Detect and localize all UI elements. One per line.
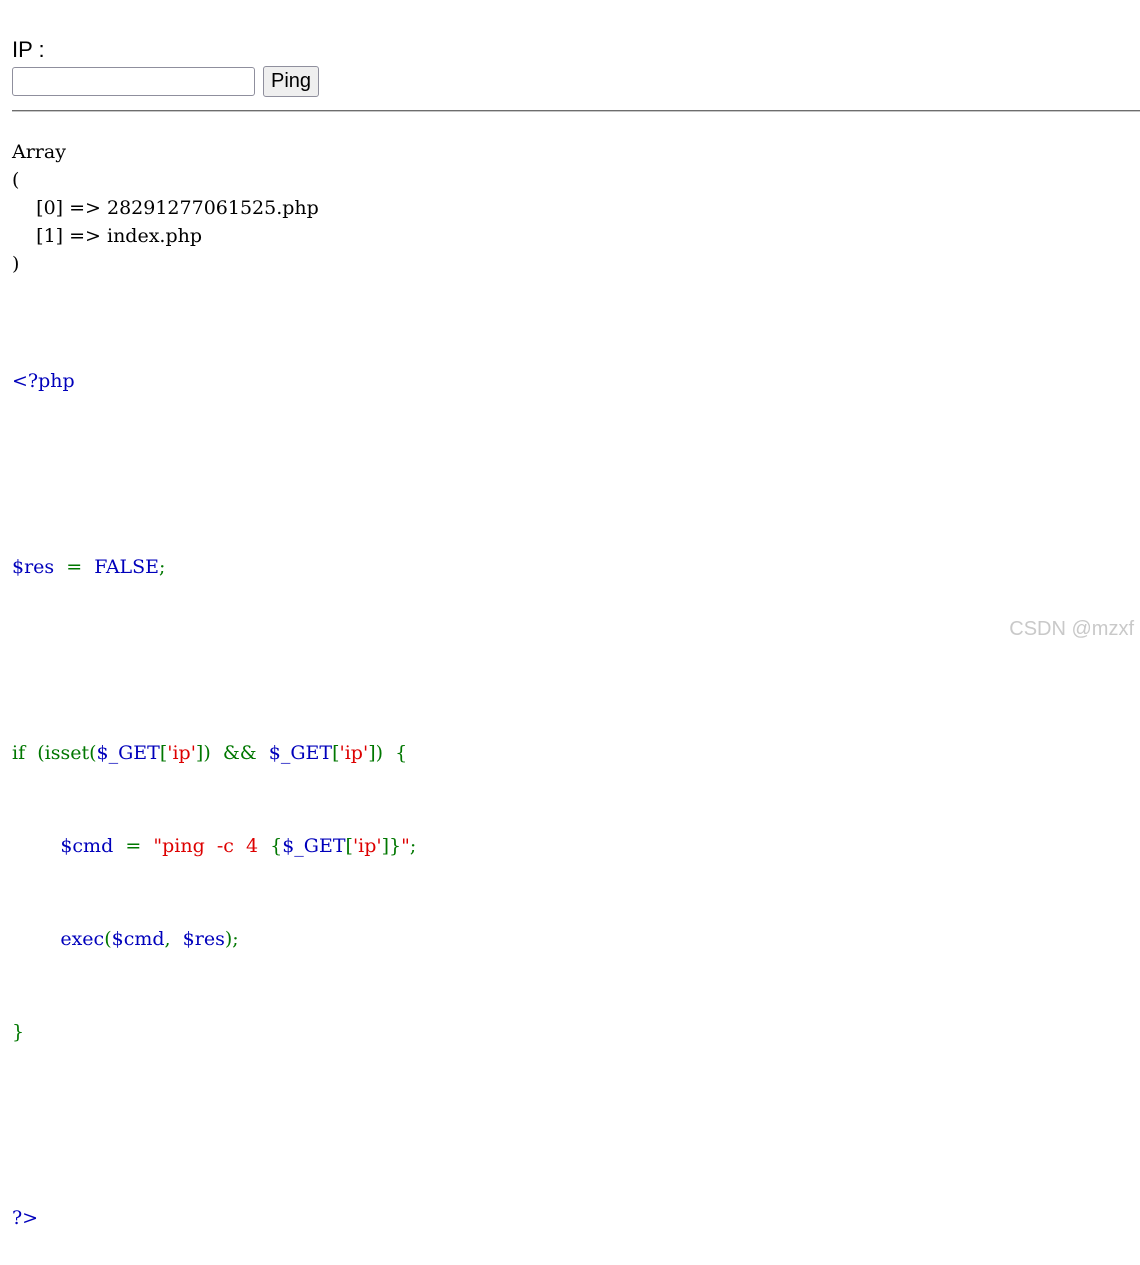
horizontal-rule (12, 110, 1140, 112)
array-output: Array ( [0] => 28291277061525.php [1] =>… (12, 138, 319, 278)
var-cmd: $cmd (111, 928, 165, 950)
bracket: ]} (381, 835, 402, 857)
var-res: $res (12, 556, 55, 578)
output-line: [1] => index.php (12, 225, 203, 247)
var-get: $_GET (268, 742, 333, 764)
code-line-exec: exec($cmd, $res); (12, 924, 416, 955)
fn-exec: exec (60, 928, 105, 950)
string-ping: "ping -c 4 (153, 835, 271, 857)
bracket: [ (345, 835, 353, 857)
bracket: [ (159, 742, 168, 764)
kw-if: if (12, 742, 26, 764)
var-get: $_GET (282, 835, 346, 857)
php-close-tag: ?> (12, 1207, 39, 1229)
code-line-res: $res = FALSE; (12, 552, 416, 583)
code-line-if: if (isset($_GET['ip']) && $_GET['ip']) { (12, 738, 416, 769)
semicolon: ; (159, 556, 166, 578)
bracket: ]) (195, 742, 211, 764)
var-get: $_GET (96, 742, 160, 764)
isset-open: (isset( (37, 742, 97, 764)
op-assign: = (125, 835, 142, 857)
const-false: FALSE (94, 556, 160, 578)
brace-open: { (395, 742, 408, 764)
output-line: ( (12, 169, 20, 191)
output-line: Array (12, 141, 66, 163)
php-open-tag: <?php (12, 370, 75, 392)
ping-form: IP : Ping (12, 36, 320, 97)
output-line: ) (12, 253, 20, 275)
brace-open: { (270, 835, 283, 857)
php-source: <?php $res = FALSE; if (isset($_GET['ip'… (12, 304, 416, 1265)
output-line: [0] => 28291277061525.php (12, 197, 319, 219)
semicolon: ; (409, 835, 417, 857)
code-line-close-tag: ?> (12, 1203, 416, 1234)
ip-input[interactable] (12, 67, 255, 96)
string-ip: 'ip' (352, 835, 382, 857)
paren-close: ); (224, 928, 239, 950)
var-cmd: $cmd (60, 835, 114, 857)
string-ip: 'ip' (339, 742, 369, 764)
bracket: ]) (368, 742, 384, 764)
op-and: && (222, 742, 257, 764)
ping-button[interactable]: Ping (263, 66, 320, 97)
string-quote: " (401, 835, 410, 857)
op-assign: = (66, 556, 83, 578)
string-ip: 'ip' (167, 742, 196, 764)
brace-close: } (12, 1021, 25, 1043)
var-res: $res (182, 928, 225, 950)
code-line-close-brace: } (12, 1017, 416, 1048)
ip-input-row: Ping (12, 66, 320, 97)
watermark: CSDN @mzxf (1009, 618, 1134, 640)
paren-open: ( (104, 928, 112, 950)
bracket: [ (332, 742, 340, 764)
code-line-open-tag: <?php (12, 366, 416, 397)
ip-label: IP : (12, 37, 45, 62)
code-line-cmd: $cmd = "ping -c 4 {$_GET['ip']}"; (12, 831, 416, 862)
